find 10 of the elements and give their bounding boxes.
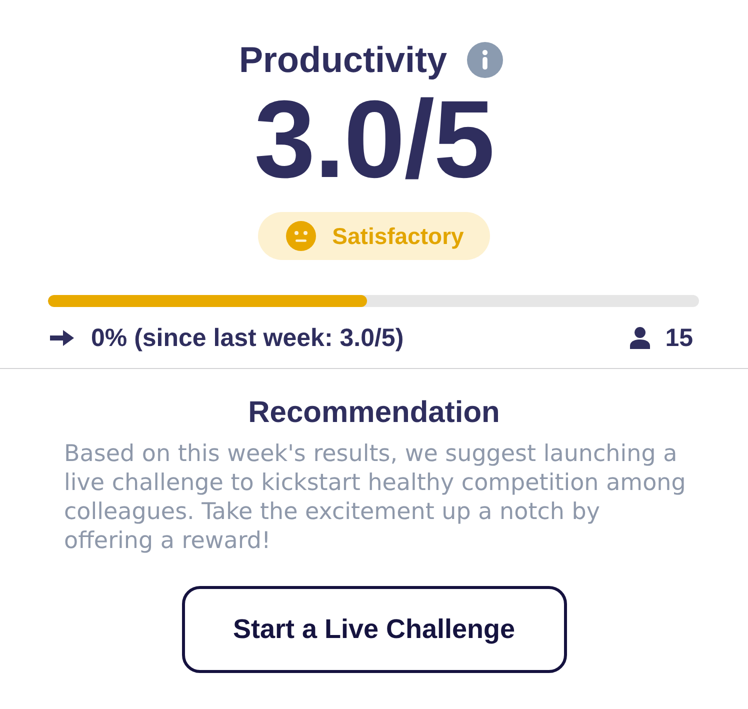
score-value: 3.0/5 xyxy=(254,85,494,195)
rating-label: Satisfactory xyxy=(332,222,464,250)
recommendation-text: Based on this week's results, we suggest launching a live challenge to kickstart healthy competition among colleagues. Take the excitement up a notch by offering a reward! xyxy=(63,440,687,556)
recommendation-title: Recommendation xyxy=(248,397,500,429)
start-challenge-button[interactable]: Start a Live Challenge xyxy=(182,586,566,673)
person-icon xyxy=(630,327,650,349)
participant-count: 15 xyxy=(665,324,693,352)
trend-text: 0% (since last week: 3.0/5) xyxy=(91,324,404,352)
metric-title: Productivity xyxy=(238,38,448,82)
info-icon[interactable] xyxy=(467,42,504,78)
